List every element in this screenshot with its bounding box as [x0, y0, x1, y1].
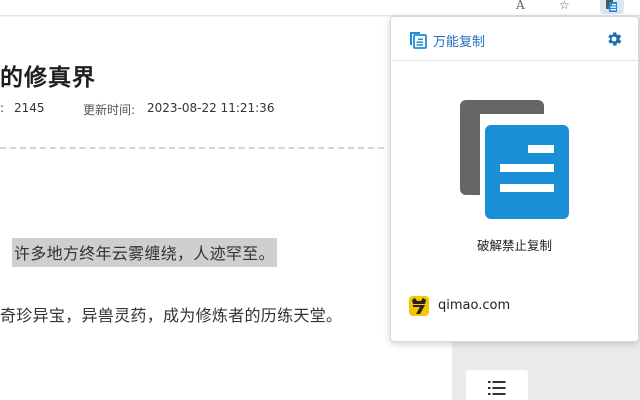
paragraph[interactable]: 奇珍异宝，异兽灵药，成为修炼者的历练天堂。	[0, 302, 342, 326]
settings-gear-icon[interactable]	[605, 30, 623, 48]
copy-toggle-icon[interactable]	[460, 100, 570, 220]
list-icon	[488, 381, 506, 395]
popup-header: 万能复制	[391, 17, 638, 61]
update-time: 2023-08-22 11:21:36	[147, 101, 275, 115]
word-count: 2145	[14, 101, 45, 115]
unlock-copy-label[interactable]: 破解禁止复制	[391, 235, 638, 254]
word-count-label: :	[0, 101, 5, 115]
copy-extension-button[interactable]	[600, 0, 624, 14]
update-time-label: 更新时间:	[83, 103, 136, 117]
bookmark-star-icon[interactable]: ☆	[559, 0, 570, 12]
extension-popup: 万能复制 破解禁止复制 qimao.com	[390, 16, 639, 342]
table-of-contents-button[interactable]	[466, 370, 528, 400]
app-logo-icon	[410, 32, 427, 49]
paragraph-selected[interactable]: 许多地方终年云雾缠绕，人迹罕至。	[12, 238, 277, 267]
popup-title: 万能复制	[433, 35, 486, 50]
browser-toolbar: A ☆	[0, 0, 640, 16]
chapter-title: 的修真界	[0, 65, 96, 91]
content-divider	[0, 147, 384, 149]
font-size-icon[interactable]: A	[516, 0, 525, 12]
site-domain: qimao.com	[438, 298, 511, 313]
copy-extension-icon	[606, 0, 617, 12]
qimao-site-icon	[409, 296, 429, 316]
